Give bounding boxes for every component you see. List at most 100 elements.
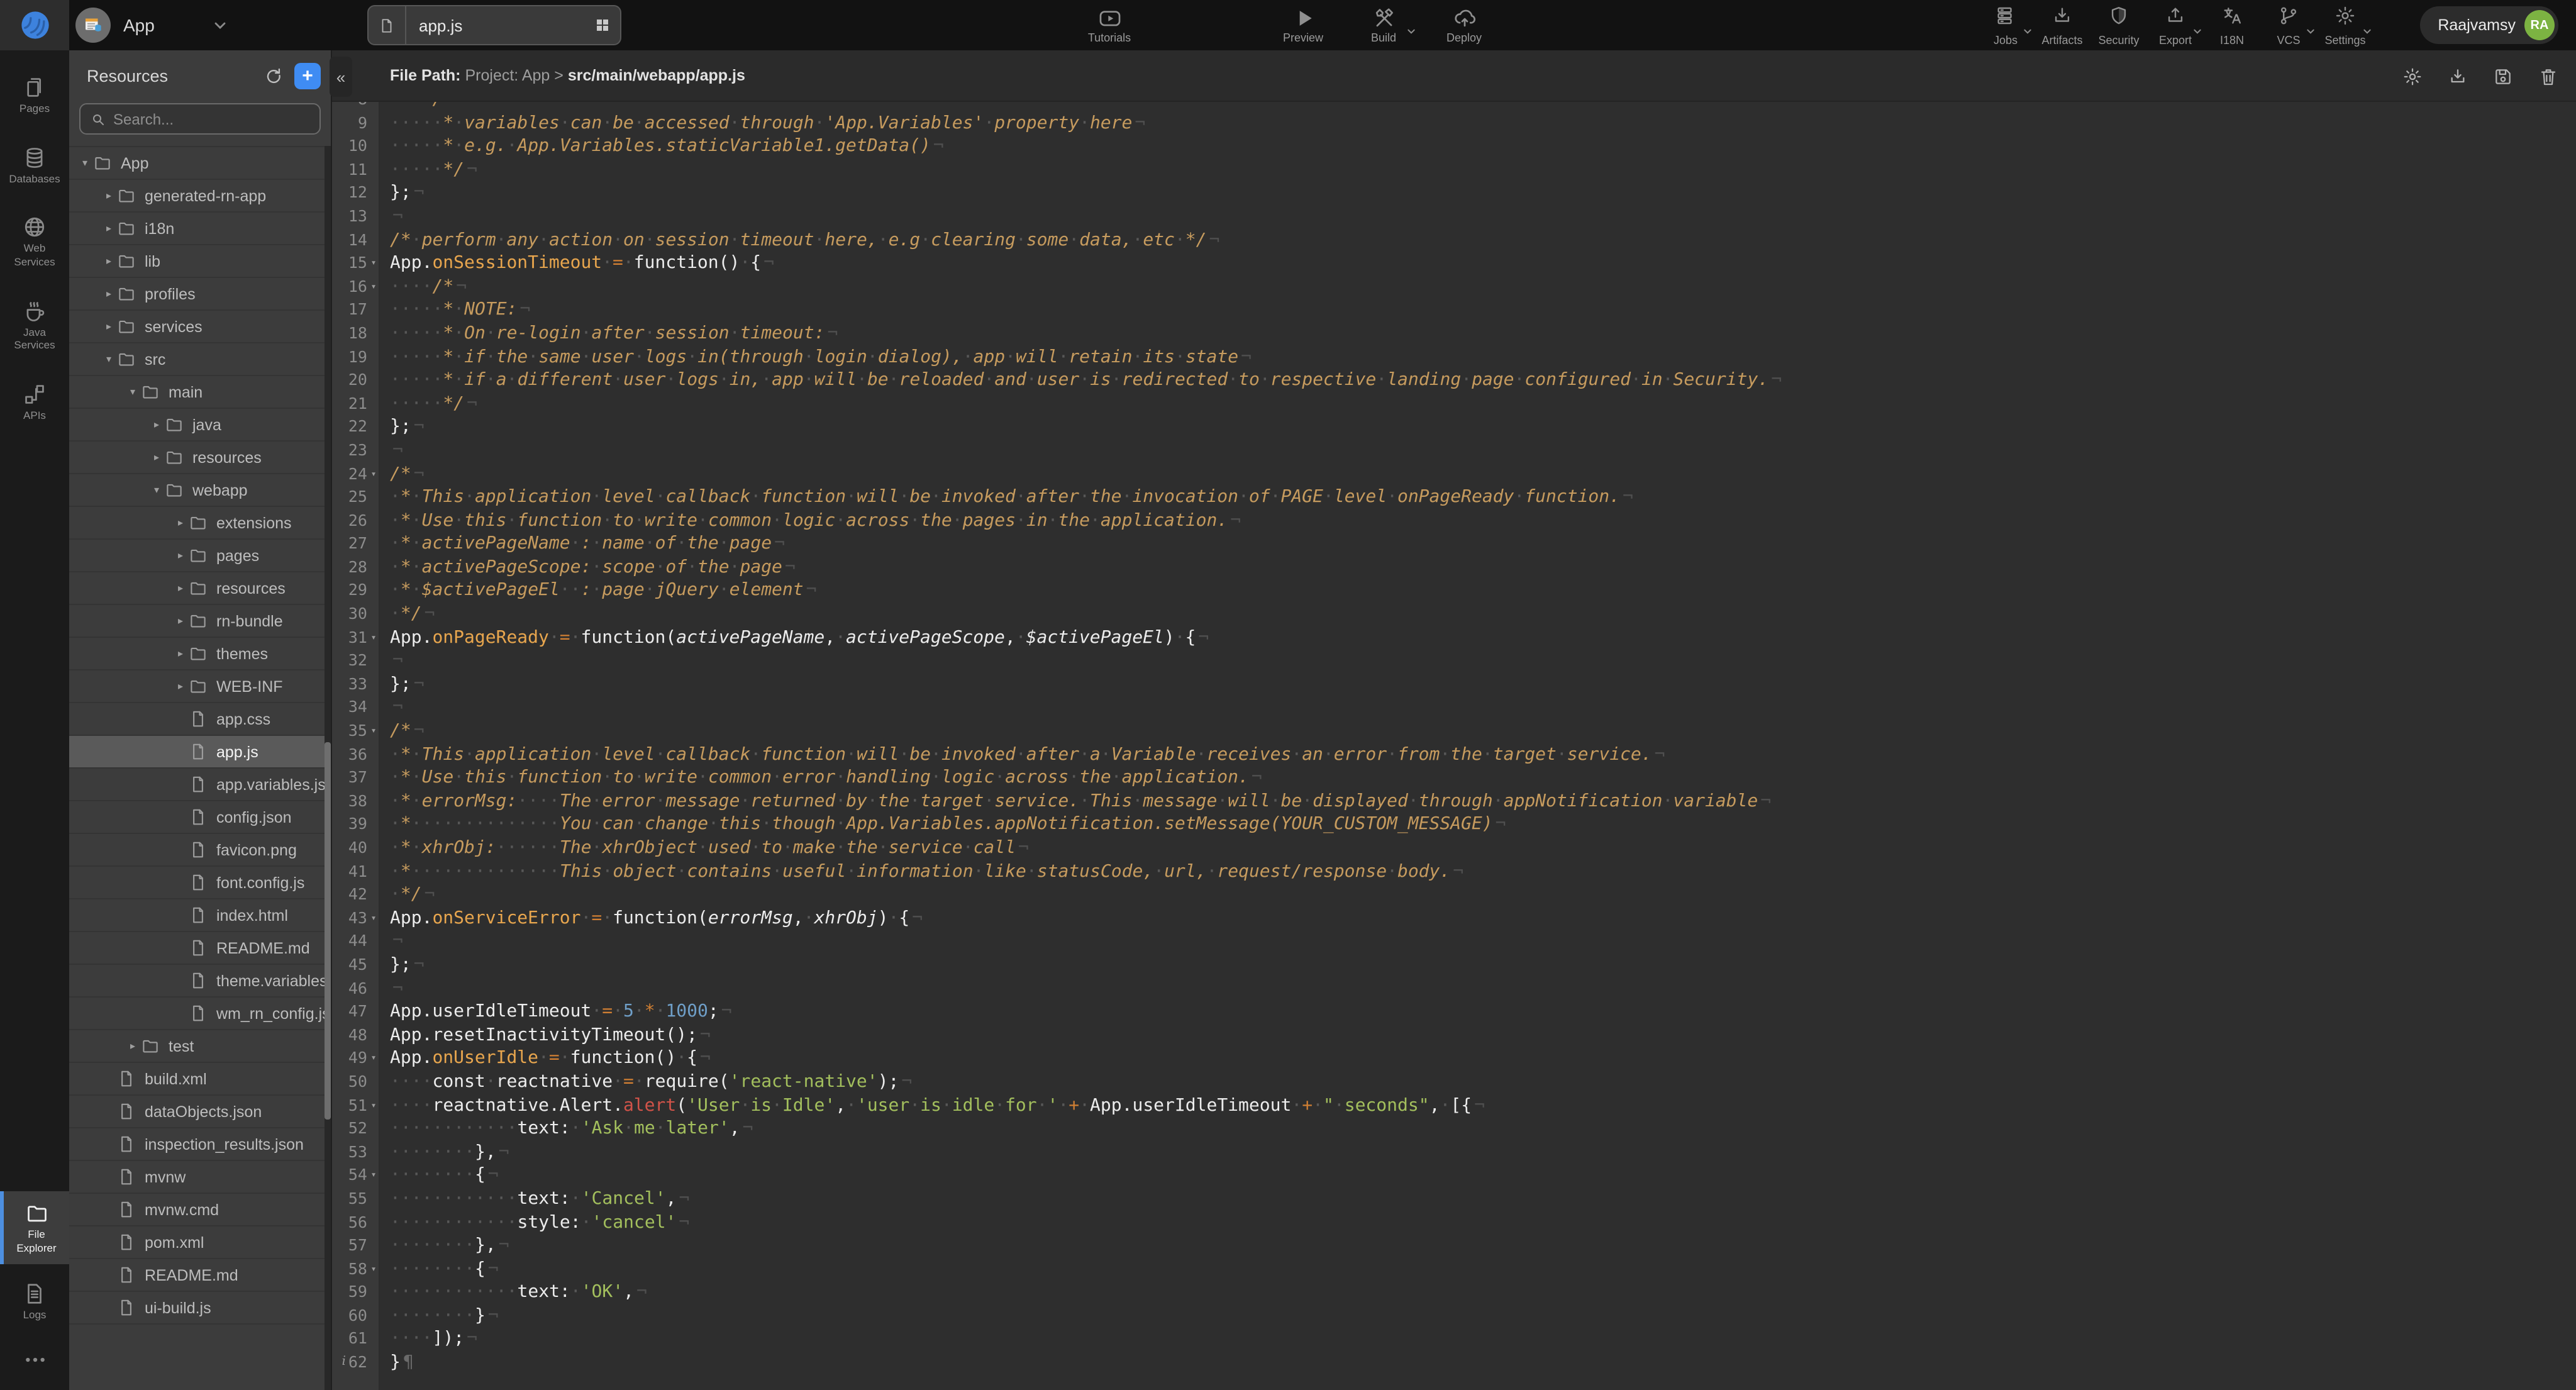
code-line-18[interactable]: 18·····*·On·re-login·after·session·timeo…	[332, 322, 2576, 345]
code-line-36[interactable]: 36·*·This·application·level·callback·fun…	[332, 743, 2576, 766]
expand-arrow-icon[interactable]: ▸	[172, 517, 189, 528]
code-editor[interactable]: 8▾····/*¬9·····*·variables·can·be·access…	[332, 102, 2576, 1390]
chevron-down-icon[interactable]	[1406, 19, 1416, 42]
code-line-61[interactable]: 61····]);¬	[332, 1328, 2576, 1351]
project-selector[interactable]: App	[75, 0, 155, 50]
expand-arrow-icon[interactable]: ▸	[101, 288, 117, 299]
tree-row-pom.xml[interactable]: pom.xml	[69, 1226, 331, 1259]
topnav-vcs-button[interactable]: VCS	[2260, 4, 2317, 46]
tree-row-app[interactable]: ▾App	[69, 147, 331, 180]
code-line-43[interactable]: 43▾App.onServiceError·=·function(errorMs…	[332, 907, 2576, 930]
expand-arrow-icon[interactable]: ▸	[172, 648, 189, 659]
expand-arrow-icon[interactable]: ▸	[148, 452, 165, 463]
code-line-28[interactable]: 28·*·activePageScope:·scope·of·the·page¬	[332, 556, 2576, 579]
code-line-16[interactable]: 16▾····/*¬	[332, 275, 2576, 299]
tree-row-mvnw.cmd[interactable]: mvnw.cmd	[69, 1194, 331, 1226]
add-resource-button[interactable]: +	[294, 62, 321, 89]
code-line-46[interactable]: 46¬	[332, 977, 2576, 1000]
topnav-i18n-button[interactable]: I18N	[2204, 4, 2260, 46]
topnav-jobs-button[interactable]: Jobs	[1977, 4, 2034, 46]
tree-row-webapp[interactable]: ▾webapp	[69, 474, 331, 507]
tree-row-lib[interactable]: ▸lib	[69, 245, 331, 278]
tree-row-ui-build.js[interactable]: ui-build.js	[69, 1292, 331, 1325]
code-line-11[interactable]: 11·····*/¬	[332, 158, 2576, 182]
download-file-button[interactable]	[2448, 66, 2468, 86]
code-line-27[interactable]: 27·*·activePageName·:·name·of·the·page¬	[332, 533, 2576, 556]
tree-row-index.html[interactable]: index.html	[69, 899, 331, 932]
fold-caret-icon[interactable]: ▾	[367, 252, 380, 275]
tree-row-src[interactable]: ▾src	[69, 343, 331, 376]
code-line-22[interactable]: 22};¬	[332, 416, 2576, 439]
code-line-23[interactable]: 23¬	[332, 439, 2576, 462]
toolbar-deploy-button[interactable]: Deploy	[1424, 7, 1504, 43]
sidebar-item-java-services[interactable]: JavaServices	[0, 289, 69, 362]
tree-row-resources[interactable]: ▸resources	[69, 442, 331, 474]
code-line-13[interactable]: 13¬	[332, 205, 2576, 228]
code-line-12[interactable]: 12};¬	[332, 182, 2576, 205]
collapse-panel-button[interactable]: «	[330, 57, 352, 97]
fold-caret-icon[interactable]: ▾	[367, 626, 380, 649]
tree-row-font.config.js[interactable]: font.config.js	[69, 867, 331, 899]
code-line-8[interactable]: 8▾····/*¬	[332, 102, 2576, 111]
tree-row-themes[interactable]: ▸themes	[69, 638, 331, 670]
sidebar-item-file-explorer[interactable]: FileExplorer	[0, 1191, 69, 1265]
search-input[interactable]	[113, 110, 309, 128]
expand-arrow-icon[interactable]: ▸	[172, 582, 189, 594]
file-settings-button[interactable]	[2402, 66, 2423, 86]
code-line-60[interactable]: 60········}¬	[332, 1304, 2576, 1328]
tree-row-dataobjects.json[interactable]: dataObjects.json	[69, 1096, 331, 1128]
expand-arrow-icon[interactable]: ▸	[172, 550, 189, 561]
code-line-14[interactable]: 14/*·perform·any·action·on·session·timeo…	[332, 228, 2576, 252]
code-line-37[interactable]: 37·*·Use·this·function·to·write·common·e…	[332, 766, 2576, 789]
tree-row-readme.md[interactable]: README.md	[69, 1259, 331, 1292]
toolbar-preview-button[interactable]: Preview	[1263, 7, 1343, 43]
topnav-export-button[interactable]: Export	[2147, 4, 2204, 46]
code-line-26[interactable]: 26·*·Use·this·function·to·write·common·l…	[332, 509, 2576, 532]
expand-arrow-icon[interactable]: ▸	[125, 1040, 141, 1052]
code-line-45[interactable]: 45};¬	[332, 954, 2576, 977]
topnav-settings-button[interactable]: Settings	[2317, 4, 2373, 46]
toolbar-tutorials-button[interactable]: Tutorials	[1069, 7, 1150, 43]
save-file-button[interactable]	[2493, 66, 2513, 86]
expand-arrow-icon[interactable]: ▸	[101, 255, 117, 267]
code-line-40[interactable]: 40·*·xhrObj:······The·xhrObject·used·to·…	[332, 837, 2576, 860]
fold-caret-icon[interactable]: ▾	[367, 462, 380, 486]
tree-row-readme.md[interactable]: README.md	[69, 932, 331, 965]
fold-caret-icon[interactable]: ▾	[367, 1257, 380, 1281]
sidebar-item-pages[interactable]: Pages	[0, 65, 69, 125]
code-line-39[interactable]: 39·*··············You·can·change·this·th…	[332, 813, 2576, 837]
chevron-down-icon[interactable]	[2192, 19, 2202, 42]
sidebar-item-web-services[interactable]: WebServices	[0, 206, 69, 279]
tree-row-app.css[interactable]: app.css	[69, 703, 331, 736]
tree-row-generated-rn-app[interactable]: ▸generated-rn-app	[69, 180, 331, 213]
code-line-48[interactable]: 48App.resetInactivityTimeout();¬	[332, 1024, 2576, 1047]
collapse-arrow-icon[interactable]: ▾	[101, 353, 117, 365]
tab-app-js[interactable]: app.js	[367, 5, 621, 45]
chevron-down-icon[interactable]	[2362, 19, 2372, 42]
collapse-arrow-icon[interactable]: ▾	[77, 157, 93, 169]
tree-row-rn-bundle[interactable]: ▸rn-bundle	[69, 605, 331, 638]
code-line-56[interactable]: 56············style:·'cancel'¬	[332, 1211, 2576, 1234]
expand-arrow-icon[interactable]: ▸	[148, 419, 165, 430]
refresh-icon[interactable]	[264, 67, 282, 84]
expand-arrow-icon[interactable]: ▸	[101, 190, 117, 201]
code-line-20[interactable]: 20·····*·if·a·different·user·logs·in,·ap…	[332, 369, 2576, 392]
tree-row-i18n[interactable]: ▸i18n	[69, 213, 331, 245]
tree-row-services[interactable]: ▸services	[69, 311, 331, 343]
tree-row-wm_rn_config.js[interactable]: wm_rn_config.js	[69, 998, 331, 1030]
code-line-24[interactable]: 24▾/*¬	[332, 462, 2576, 486]
expand-arrow-icon[interactable]: ▸	[172, 681, 189, 692]
tree-row-resources[interactable]: ▸resources	[69, 572, 331, 605]
expand-arrow-icon[interactable]: ▸	[172, 615, 189, 626]
tree-row-build.xml[interactable]: build.xml	[69, 1063, 331, 1096]
tree-row-web-inf[interactable]: ▸WEB-INF	[69, 670, 331, 703]
fold-caret-icon[interactable]: ▾	[367, 1047, 380, 1070]
fold-caret-icon[interactable]: ▾	[367, 1164, 380, 1187]
sidebar-item-apis[interactable]: APIs	[0, 372, 69, 432]
fold-caret-icon[interactable]: ▾	[367, 102, 380, 111]
tree-row-mvnw[interactable]: mvnw	[69, 1161, 331, 1194]
code-line-38[interactable]: 38·*·errorMsg:····The·error·message·retu…	[332, 790, 2576, 813]
tree-row-java[interactable]: ▸java	[69, 409, 331, 442]
code-line-62[interactable]: i62}¶	[332, 1351, 2576, 1374]
tree-row-extensions[interactable]: ▸extensions	[69, 507, 331, 540]
